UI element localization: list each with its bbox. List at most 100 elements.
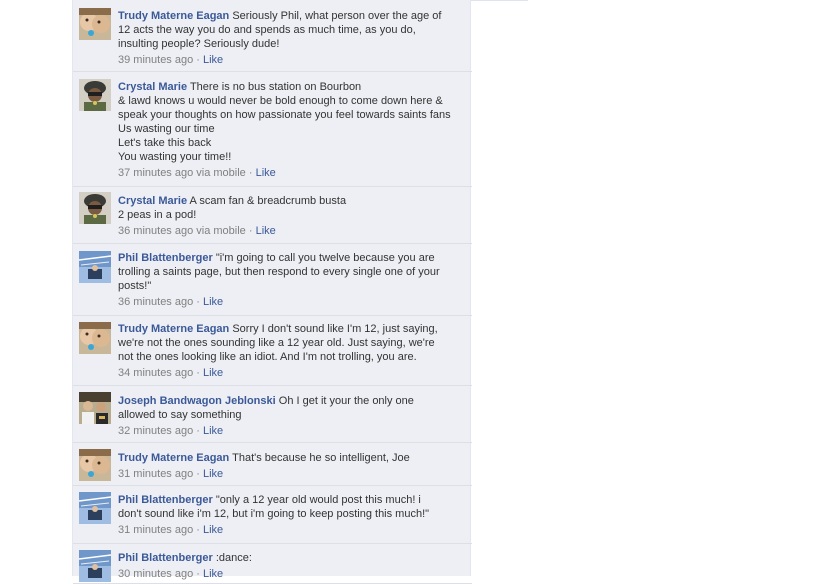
comment-meta: 37 minutes ago via mobile · Like xyxy=(118,167,463,180)
comment-text-line: You wasting your time!! xyxy=(118,151,232,163)
comment-meta: 36 minutes ago via mobile · Like xyxy=(118,225,463,238)
comment-content: Trudy Materne Eagan Sorry I don't sound … xyxy=(118,322,463,364)
separator-dot: · xyxy=(193,524,203,536)
separator-dot: · xyxy=(193,54,203,66)
comment-text-line: 2 peas in a pod! xyxy=(118,209,197,221)
separator-dot: · xyxy=(245,167,256,179)
crystal-avatar[interactable] xyxy=(79,192,111,224)
phil-avatar[interactable] xyxy=(79,550,111,582)
comment-author-link[interactable]: Joseph Bandwagon Jeblonski xyxy=(118,395,276,407)
like-link[interactable]: Like xyxy=(203,296,223,308)
comment-timestamp[interactable]: 32 minutes ago xyxy=(118,425,193,437)
comment-text-line: A scam fan & breadcrumb busta xyxy=(189,195,347,207)
comment-item: Joseph Bandwagon Jeblonski Oh I get it y… xyxy=(73,386,472,443)
comment-item: Phil Blattenberger "i'm going to call yo… xyxy=(73,244,472,316)
comment-text-line: speak your thoughts on how passionate yo… xyxy=(118,109,451,121)
comment-body: Joseph Bandwagon Jeblonski Oh I get it y… xyxy=(118,394,463,438)
like-link[interactable]: Like xyxy=(203,54,223,66)
comment-text-line: & lawd knows u would never be bold enoug… xyxy=(118,95,443,107)
like-link[interactable]: Like xyxy=(203,468,223,480)
comment-body: Trudy Materne Eagan Seriously Phil, what… xyxy=(118,9,463,67)
comment-author-link[interactable]: Trudy Materne Eagan xyxy=(118,323,229,335)
crystal-avatar[interactable] xyxy=(79,79,111,111)
comment-author-link[interactable]: Phil Blattenberger xyxy=(118,552,213,564)
comment-body: Crystal Marie There is no bus station on… xyxy=(118,80,463,180)
like-link[interactable]: Like xyxy=(256,225,276,237)
like-link[interactable]: Like xyxy=(203,568,223,580)
comment-text-line: There is no bus station on Bourbon xyxy=(189,81,362,93)
comment-via: via mobile xyxy=(196,225,246,237)
comment-author-link[interactable]: Phil Blattenberger xyxy=(118,252,213,264)
trudy-avatar[interactable] xyxy=(79,322,111,354)
comment-timestamp[interactable]: 36 minutes ago xyxy=(118,225,193,237)
comment-item: Crystal Marie A scam fan & breadcrumb bu… xyxy=(73,187,472,244)
trudy-avatar[interactable] xyxy=(79,449,111,481)
comment-meta: 36 minutes ago · Like xyxy=(118,296,463,309)
comment-content: Phil Blattenberger "only a 12 year old w… xyxy=(118,493,463,521)
comment-meta: 31 minutes ago · Like xyxy=(118,524,463,537)
phil-avatar[interactable] xyxy=(79,251,111,283)
comment-meta: 39 minutes ago · Like xyxy=(118,54,463,67)
comment-item: Trudy Materne Eagan That's because he so… xyxy=(73,443,472,486)
comment-text-line: we're not the ones sounding like a 12 ye… xyxy=(118,337,435,349)
comment-timestamp[interactable]: 36 minutes ago xyxy=(118,296,193,308)
comment-timestamp[interactable]: 39 minutes ago xyxy=(118,54,193,66)
comment-meta: 32 minutes ago · Like xyxy=(118,425,463,438)
comment-text-line: trolling a saints page, but then respond… xyxy=(118,266,440,278)
comment-text-line: don't sound like i'm 12, but i'm going t… xyxy=(118,508,430,520)
comment-author-link[interactable]: Trudy Materne Eagan xyxy=(118,452,229,464)
comment-text-line: Seriously Phil, what person over the age… xyxy=(232,10,442,22)
comment-content: Joseph Bandwagon Jeblonski Oh I get it y… xyxy=(118,394,463,422)
comment-content: Phil Blattenberger :dance: xyxy=(118,551,463,565)
comment-timestamp[interactable]: 31 minutes ago xyxy=(118,524,193,536)
comment-timestamp[interactable]: 30 minutes ago xyxy=(118,568,193,580)
joseph-avatar[interactable] xyxy=(79,392,111,424)
comment-text-line: "only a 12 year old would post this much… xyxy=(215,494,421,506)
like-link[interactable]: Like xyxy=(256,167,276,179)
comment-content: Crystal Marie There is no bus station on… xyxy=(118,80,463,164)
comment-item: Trudy Materne Eagan Sorry I don't sound … xyxy=(73,316,472,386)
phil-avatar[interactable] xyxy=(79,492,111,524)
separator-dot: · xyxy=(193,296,203,308)
comment-item: Phil Blattenberger "only a 12 year old w… xyxy=(73,486,472,544)
comment-item: Trudy Materne Eagan Seriously Phil, what… xyxy=(73,0,472,72)
like-link[interactable]: Like xyxy=(203,425,223,437)
comment-text-line: posts!" xyxy=(118,280,152,292)
separator-dot: · xyxy=(193,425,203,437)
comment-text-line: Sorry I don't sound like I'm 12, just sa… xyxy=(232,323,438,335)
comment-content: Trudy Materne Eagan Seriously Phil, what… xyxy=(118,9,463,51)
comment-via: via mobile xyxy=(196,167,246,179)
comment-text-line: not the ones looking like an idiot. And … xyxy=(118,351,417,363)
comment-body: Phil Blattenberger "i'm going to call yo… xyxy=(118,251,463,309)
comment-text-line: :dance: xyxy=(215,552,252,564)
comment-text-line: That's because he so intelligent, Joe xyxy=(232,452,410,464)
comment-author-link[interactable]: Crystal Marie xyxy=(118,81,187,93)
comment-text-line: Us wasting our time xyxy=(118,123,215,135)
comment-timestamp[interactable]: 31 minutes ago xyxy=(118,468,193,480)
trudy-avatar[interactable] xyxy=(79,8,111,40)
comment-content: Trudy Materne Eagan That's because he so… xyxy=(118,451,463,465)
comment-item: Crystal Marie There is no bus station on… xyxy=(73,72,472,187)
like-link[interactable]: Like xyxy=(203,367,223,379)
like-link[interactable]: Like xyxy=(203,524,223,536)
comment-content: Phil Blattenberger "i'm going to call yo… xyxy=(118,251,463,293)
comment-timestamp[interactable]: 34 minutes ago xyxy=(118,367,193,379)
comment-text-line: "i'm going to call you twelve because yo… xyxy=(215,252,435,264)
comment-author-link[interactable]: Crystal Marie xyxy=(118,195,187,207)
separator-dot: · xyxy=(193,367,203,379)
comment-text-line: insulting people? Seriously dude! xyxy=(118,38,280,50)
comment-text-line: allowed to say something xyxy=(118,409,242,421)
comment-item: Phil Blattenberger :dance: 30 minutes ago… xyxy=(73,544,472,584)
comment-body: Phil Blattenberger :dance: 30 minutes ago… xyxy=(118,551,463,581)
comment-timestamp[interactable]: 37 minutes ago xyxy=(118,167,193,179)
comment-meta: 30 minutes ago · Like xyxy=(118,568,463,581)
comment-feed: Trudy Materne Eagan Seriously Phil, what… xyxy=(72,0,472,584)
comment-body: Trudy Materne Eagan Sorry I don't sound … xyxy=(118,322,463,380)
comment-body: Trudy Materne Eagan That's because he so… xyxy=(118,451,463,481)
separator-dot: · xyxy=(193,568,203,580)
comment-body: Phil Blattenberger "only a 12 year old w… xyxy=(118,493,463,537)
comment-author-link[interactable]: Trudy Materne Eagan xyxy=(118,10,229,22)
comment-author-link[interactable]: Phil Blattenberger xyxy=(118,494,213,506)
comment-meta: 31 minutes ago · Like xyxy=(118,468,463,481)
separator-dot: · xyxy=(193,468,203,480)
